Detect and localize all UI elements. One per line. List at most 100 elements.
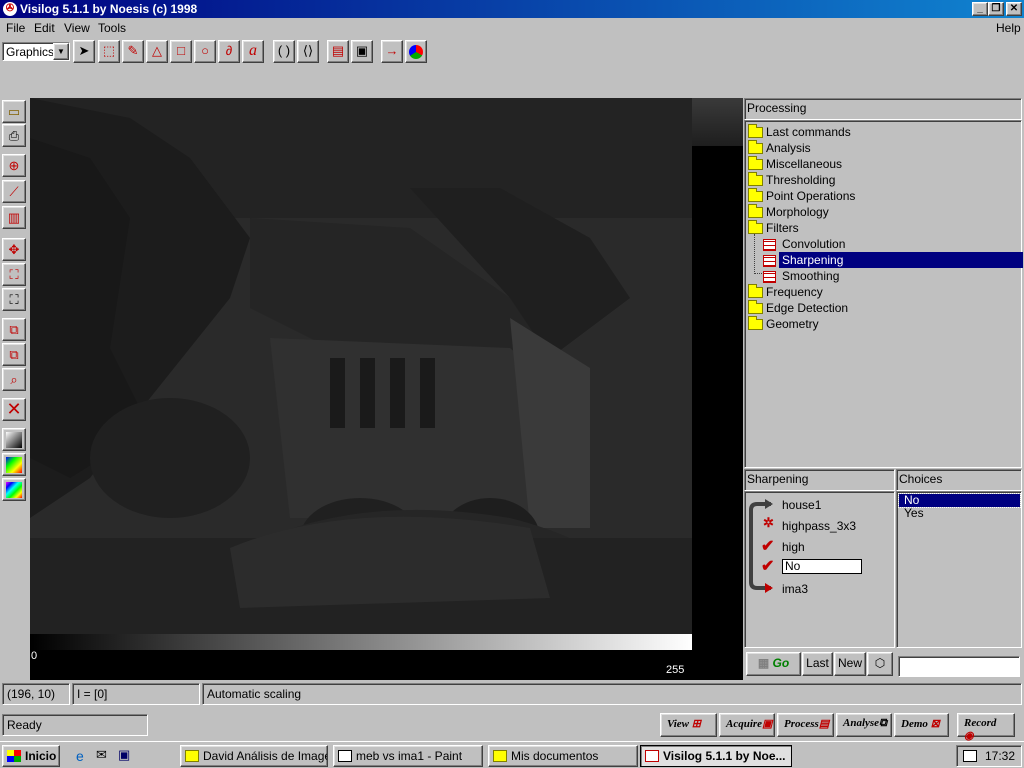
new-button[interactable]: New — [834, 652, 866, 676]
param-input[interactable]: house1 — [782, 498, 821, 512]
tree-item[interactable]: Thresholding — [763, 172, 838, 188]
start-button[interactable]: Inicio — [2, 745, 60, 767]
tree-item[interactable]: Convolution — [779, 236, 848, 252]
pencil-icon[interactable]: ✎ — [122, 40, 144, 63]
scale-min-label: 0 — [31, 650, 38, 662]
intensity-status: I = [0] — [72, 683, 200, 705]
zoom-icon[interactable]: ⌕ — [2, 368, 26, 391]
close-button[interactable]: ✕ — [1006, 2, 1022, 16]
acquire-icon: ▣ — [762, 718, 773, 730]
tree-item[interactable]: Edge Detection — [763, 300, 851, 316]
gray-palette-icon[interactable] — [2, 428, 26, 451]
text-icon[interactable]: a — [242, 40, 264, 63]
param-output[interactable]: ima3 — [782, 582, 808, 596]
command-input[interactable] — [898, 656, 1020, 677]
tree-item[interactable]: Last commands — [763, 124, 854, 140]
choices-list[interactable]: No Yes — [896, 491, 1022, 648]
menu-edit[interactable]: Edit — [34, 21, 55, 35]
restore-button[interactable]: ❐ — [988, 2, 1004, 16]
chevron-down-icon[interactable]: ▼ — [53, 43, 69, 60]
pointer-icon[interactable]: ➤ — [73, 40, 95, 63]
param-mode[interactable]: high — [782, 540, 805, 554]
mode-select[interactable]: Graphics ▼ — [2, 42, 70, 61]
process-action-button[interactable]: Process▤ — [777, 713, 834, 737]
clock[interactable]: 17:32 — [985, 749, 1015, 763]
move-icon[interactable]: ✥ — [2, 238, 26, 261]
task-paint[interactable]: meb vs ima1 - Paint — [333, 745, 483, 767]
process-action-label: Process — [784, 718, 819, 730]
open-image-icon[interactable]: ▤ — [327, 40, 349, 63]
system-tray: 17:32 — [956, 745, 1022, 767]
folder-open-icon — [748, 220, 763, 234]
thumbnail-strip[interactable] — [692, 98, 743, 680]
tree-item[interactable]: Point Operations — [763, 188, 858, 204]
acquire-action-button[interactable]: Acquire▣ — [719, 713, 775, 737]
color-wheel-icon[interactable] — [405, 40, 427, 63]
check-icon: ✔ — [761, 538, 775, 555]
circle-icon[interactable]: ○ — [194, 40, 216, 63]
task-visilog[interactable]: Visilog 5.1.1 by Noe... — [640, 745, 792, 767]
app-icon[interactable]: ✇ — [3, 2, 17, 16]
task-documents[interactable]: Mis documentos — [488, 745, 638, 767]
choice-item[interactable]: Yes — [899, 507, 1020, 520]
image-viewer[interactable]: 0 255 — [30, 98, 692, 680]
demo-action-button[interactable]: Demo ⊠ — [894, 713, 949, 737]
copy-image-icon[interactable]: ⧉ — [2, 318, 26, 341]
paste-image-icon[interactable]: ⧉ — [2, 343, 26, 366]
analyse-action-button[interactable]: Analyse⧉ — [836, 713, 892, 737]
param-kernel[interactable]: highpass_3x3 — [782, 519, 856, 533]
tree-item[interactable]: Analysis — [763, 140, 814, 156]
delete-icon[interactable]: ✕ — [2, 398, 26, 421]
zoom-region-icon[interactable]: ⛶ — [2, 263, 26, 286]
menu-file[interactable]: File — [6, 21, 25, 35]
menu-view[interactable]: View — [64, 21, 90, 35]
task-explorer[interactable]: David Análisis de Imagen — [180, 745, 328, 767]
line-profile-icon[interactable]: ⟋ — [2, 180, 26, 203]
histogram-icon[interactable]: ▥ — [2, 206, 26, 229]
menu-tools[interactable]: Tools — [98, 21, 126, 35]
tree-item[interactable]: Geometry — [763, 316, 822, 332]
rect-select-icon[interactable]: ⬚ — [98, 40, 120, 63]
visilog-icon — [645, 750, 659, 762]
tree-item[interactable]: Frequency — [763, 284, 826, 300]
tree-connector — [754, 234, 762, 274]
polygon-icon[interactable]: △ — [146, 40, 168, 63]
minimize-button[interactable]: _ — [972, 2, 988, 16]
tree-item[interactable]: Morphology — [763, 204, 832, 220]
param-option-field[interactable]: No — [782, 559, 862, 574]
tree-item[interactable]: Miscellaneous — [763, 156, 845, 172]
bracket-left-icon[interactable]: ( ) — [273, 40, 295, 63]
ready-status: Ready — [2, 714, 148, 736]
shape-icon[interactable]: ⬡ — [867, 652, 893, 676]
crosshair-icon[interactable]: ⊕ — [2, 154, 26, 177]
outlook-icon[interactable]: ✉ — [96, 747, 107, 763]
bracket-right-icon[interactable]: ⟨⟩ — [297, 40, 319, 63]
view-icon: ⊞ — [691, 718, 701, 730]
rectangle-icon[interactable]: □ — [170, 40, 192, 63]
fit-view-icon[interactable]: ⛶ — [2, 288, 26, 311]
thumbnail-image[interactable] — [692, 98, 743, 146]
go-button[interactable]: ▦ Go — [746, 652, 801, 676]
folder-icon — [493, 750, 507, 762]
tree-item[interactable]: Smoothing — [779, 268, 842, 284]
arrow-x-icon[interactable]: → — [381, 40, 403, 63]
tree-item[interactable]: Filters — [763, 220, 802, 236]
tree-item[interactable]: Sharpening — [779, 252, 1023, 268]
ie-icon[interactable]: e — [76, 748, 84, 764]
task-label: meb vs ima1 - Paint — [356, 749, 463, 763]
rainbow-palette-icon[interactable] — [2, 478, 26, 501]
record-action-button[interactable]: Record ◉ — [957, 713, 1015, 742]
processing-tree[interactable]: Last commands Analysis Miscellaneous Thresh… — [744, 120, 1023, 468]
last-button[interactable]: Last — [802, 652, 833, 676]
menu-help[interactable]: Help — [996, 21, 1021, 35]
scheduler-icon[interactable] — [963, 750, 977, 762]
view-action-button[interactable]: View ⊞ — [660, 713, 717, 737]
folder-icon — [748, 300, 763, 314]
color-palette-icon[interactable] — [2, 453, 26, 476]
desktop-icon[interactable]: ▣ — [118, 747, 130, 763]
freehand-icon[interactable]: ∂ — [218, 40, 240, 63]
open-folder-icon[interactable]: ▭ — [2, 100, 26, 123]
start-label: Inicio — [25, 749, 57, 763]
save-image-icon[interactable]: ▣ — [351, 40, 373, 63]
print-icon[interactable]: ⎙ — [2, 124, 26, 147]
